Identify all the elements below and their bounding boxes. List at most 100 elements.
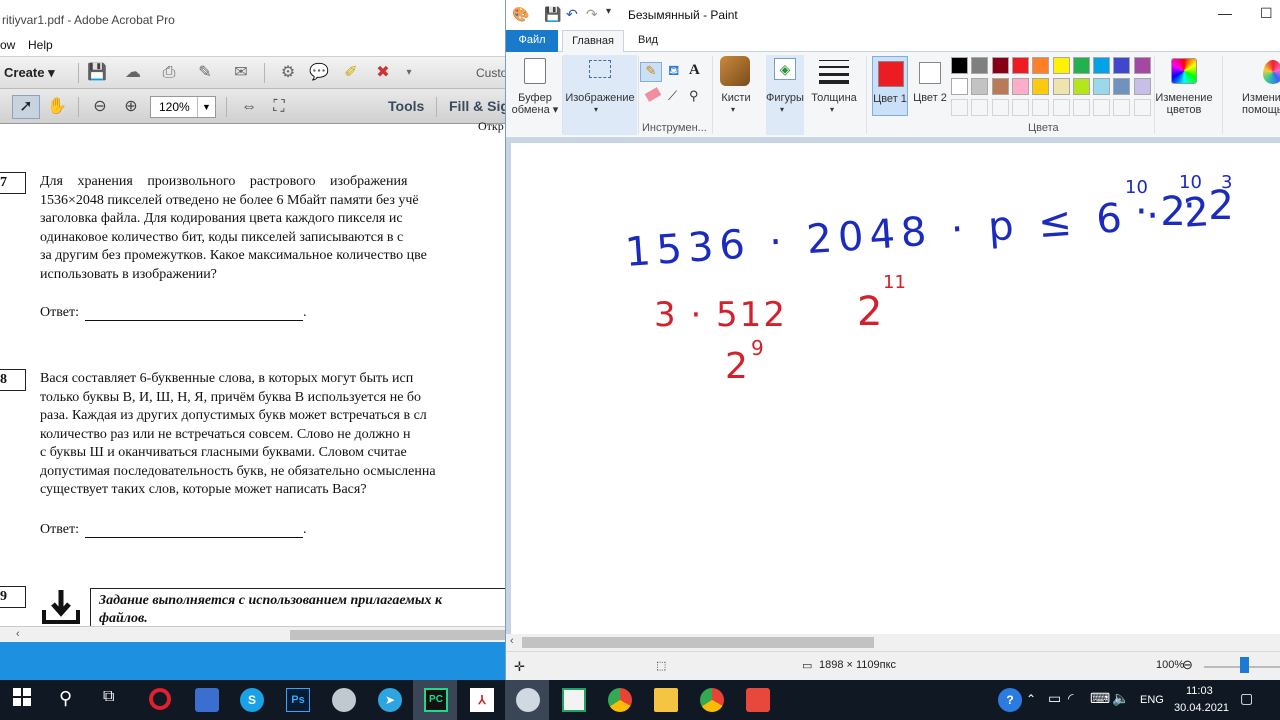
opera-icon[interactable]: [149, 688, 171, 710]
zoom-level-select[interactable]: 120% ▼: [150, 96, 216, 118]
save-icon[interactable]: 💾: [544, 6, 561, 23]
color-swatch-row1-7[interactable]: [1093, 57, 1111, 74]
color-1-button[interactable]: Цвет 1: [872, 56, 908, 116]
telegram-icon[interactable]: ➤: [378, 688, 402, 712]
clock-time[interactable]: 11:03: [1186, 685, 1213, 697]
color-swatch-empty-2[interactable]: [991, 99, 1009, 116]
chevron-down-icon[interactable]: ▾: [398, 62, 420, 84]
canvas-horizontal-scrollbar[interactable]: ‹: [506, 634, 1280, 651]
magnifier-icon[interactable]: ⚲: [689, 88, 699, 104]
scroll-left-icon[interactable]: ‹: [510, 635, 514, 647]
maximize-icon[interactable]: ☐: [1260, 5, 1273, 22]
notifications-icon[interactable]: ▢: [1240, 690, 1264, 714]
scroll-left-icon[interactable]: ‹: [16, 628, 20, 640]
text-icon[interactable]: A: [689, 62, 700, 79]
color-swatch-row2-9[interactable]: [1133, 78, 1151, 95]
customize-label[interactable]: Custo: [476, 66, 505, 80]
clipboard-icon[interactable]: [524, 58, 546, 84]
color-swatch-empty-9[interactable]: [1133, 99, 1151, 116]
color-wheel-icon[interactable]: [1171, 58, 1197, 84]
fit-page-icon[interactable]: ⛶: [268, 96, 290, 118]
thickness-button[interactable]: Толщина: [808, 92, 860, 104]
color-swatch-empty-3[interactable]: [1011, 99, 1029, 116]
create-button[interactable]: Create ▾: [4, 65, 55, 81]
search-icon[interactable]: ⚲: [59, 688, 83, 712]
drawing-canvas[interactable]: 1536 · 2048 · p ≤ 6 · 2 10 · 2 10 · 2 3 …: [511, 143, 1280, 634]
zoom-out-icon[interactable]: ⊖: [1182, 657, 1193, 673]
color-swatch-row1-5[interactable]: [1052, 57, 1070, 74]
color-picker-icon[interactable]: ⟋: [668, 88, 677, 104]
photoshop-icon[interactable]: Ps: [286, 688, 310, 712]
task-view-icon[interactable]: ⧉: [103, 688, 127, 712]
thickness-icon[interactable]: [819, 60, 849, 61]
acrobat-icon[interactable]: ⅄: [470, 688, 494, 712]
color-swatch-empty-7[interactable]: [1093, 99, 1111, 116]
print-icon[interactable]: ⎙: [158, 62, 180, 84]
color-swatch-empty-6[interactable]: [1072, 99, 1090, 116]
color-swatch-row1-6[interactable]: [1072, 57, 1090, 74]
pdf-document-view[interactable]: Откр 7 Для хранения произвольного растро…: [0, 119, 505, 628]
pencil-icon[interactable]: ✎: [640, 62, 662, 82]
color-swatch-row2-1[interactable]: [971, 78, 989, 95]
file-explorer-icon[interactable]: [654, 688, 678, 712]
undo-icon[interactable]: ↶: [566, 6, 578, 23]
fill-sign-pane-link[interactable]: Fill & Sig: [449, 98, 505, 114]
skype-icon[interactable]: S: [240, 688, 264, 712]
clipboard-button[interactable]: Буфер обмена ▾: [510, 92, 560, 116]
color-swatch-empty-8[interactable]: [1113, 99, 1131, 116]
document-icon[interactable]: [562, 688, 586, 712]
scroll-thumb[interactable]: [522, 637, 874, 648]
pycharm-icon[interactable]: PC: [424, 688, 448, 712]
color-swatch-row2-7[interactable]: [1093, 78, 1111, 95]
help-icon[interactable]: ?: [998, 688, 1022, 712]
redact-icon[interactable]: ✖: [372, 62, 394, 84]
select-cursor-icon[interactable]: ➚: [15, 96, 37, 118]
color-swatch-row1-4[interactable]: [1032, 57, 1050, 74]
edit-with-paint3d-button[interactable]: Измени помощью: [1242, 92, 1280, 116]
color-swatch-empty-5[interactable]: [1052, 99, 1070, 116]
color-swatch-row1-1[interactable]: [971, 57, 989, 74]
color-swatch-empty-1[interactable]: [971, 99, 989, 116]
brush-icon[interactable]: [720, 56, 750, 86]
scroll-thumb[interactable]: [290, 630, 505, 640]
horizontal-scrollbar[interactable]: ‹: [0, 626, 505, 642]
menu-help[interactable]: Help: [28, 38, 53, 52]
hand-icon[interactable]: ✋: [46, 96, 68, 118]
paint-window-icon[interactable]: [516, 688, 540, 712]
color-swatch-row2-4[interactable]: [1032, 78, 1050, 95]
email-icon[interactable]: ✉: [230, 62, 252, 84]
image-button[interactable]: Изображение: [564, 92, 636, 104]
windows-start-icon[interactable]: [13, 688, 37, 712]
fit-width-icon[interactable]: ⇔: [238, 96, 260, 118]
color-swatch-empty-4[interactable]: [1032, 99, 1050, 116]
shapes-icon[interactable]: ◈: [774, 58, 796, 80]
wifi-icon[interactable]: ◜: [1068, 690, 1092, 714]
zoom-slider-thumb[interactable]: [1240, 657, 1249, 673]
minimize-icon[interactable]: —: [1218, 5, 1232, 21]
color-swatch-row2-3[interactable]: [1011, 78, 1029, 95]
color-swatch-row1-2[interactable]: [991, 57, 1009, 74]
color-swatch-row1-3[interactable]: [1011, 57, 1029, 74]
color-swatch-empty-0[interactable]: [951, 99, 968, 116]
color-swatch-row2-5[interactable]: [1052, 78, 1070, 95]
tab-view[interactable]: Вид: [638, 30, 658, 51]
eraser-icon[interactable]: [644, 87, 662, 102]
gear-icon[interactable]: ⚙: [277, 62, 299, 84]
color-swatch-row2-8[interactable]: [1113, 78, 1131, 95]
app-icon[interactable]: [746, 688, 770, 712]
clock-date[interactable]: 30.04.2021: [1174, 702, 1229, 714]
input-language[interactable]: ENG: [1140, 694, 1164, 706]
redo-icon[interactable]: ↷: [586, 6, 598, 23]
zoom-in-icon[interactable]: ⊕: [120, 96, 142, 118]
select-icon[interactable]: [589, 60, 611, 78]
edit-icon[interactable]: ✎: [194, 62, 216, 84]
paint3d-icon[interactable]: [1263, 60, 1280, 84]
upload-icon[interactable]: ☁: [122, 62, 144, 84]
tab-file[interactable]: Файл: [506, 30, 558, 52]
volume-icon[interactable]: 🔈: [1112, 690, 1136, 714]
paint-app-icon[interactable]: [332, 688, 356, 712]
tab-home[interactable]: Главная: [562, 30, 624, 53]
highlight-icon[interactable]: ✐: [340, 62, 362, 84]
keyboard-icon[interactable]: ⌨: [1090, 690, 1114, 714]
zoom-out-icon[interactable]: ⊖: [89, 96, 111, 118]
